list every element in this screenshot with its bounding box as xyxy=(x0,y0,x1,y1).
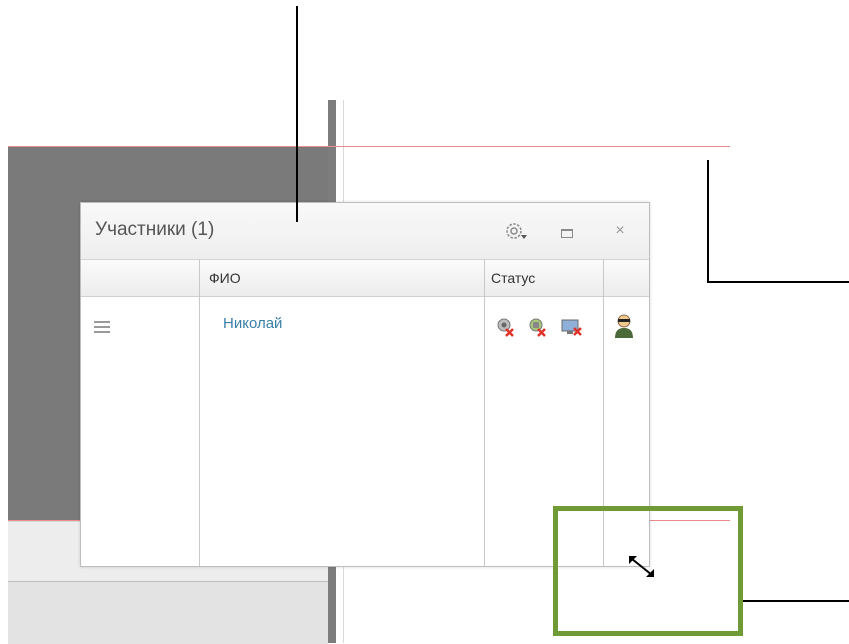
annotation-line-title xyxy=(296,6,298,222)
camera-disabled-icon[interactable] xyxy=(494,316,516,338)
resize-diagonal-icon xyxy=(629,556,654,577)
settings-button[interactable] xyxy=(503,220,531,244)
annotation-line-highlight xyxy=(738,600,849,602)
column-header-status[interactable]: Статус xyxy=(491,270,535,286)
table-header-row: ФИО Статус xyxy=(81,260,649,297)
annotation-line-right xyxy=(707,281,849,283)
maximize-icon xyxy=(561,229,573,238)
participant-name[interactable]: Николай xyxy=(223,315,282,332)
window-title: Участники (1) xyxy=(95,219,215,240)
background-footer-panel xyxy=(8,581,328,644)
guide-line-top xyxy=(8,146,730,147)
settings-gear-icon xyxy=(506,223,527,239)
column-divider xyxy=(484,260,485,566)
annotation-line-right xyxy=(707,160,709,283)
column-divider xyxy=(199,260,200,566)
user-agent-icon[interactable] xyxy=(612,313,636,339)
window-titlebar[interactable]: Участники (1) × xyxy=(81,203,649,260)
microphone-disabled-icon[interactable] xyxy=(526,316,548,338)
column-header-fio[interactable]: ФИО xyxy=(209,270,241,286)
maximize-button[interactable] xyxy=(556,222,578,242)
screen-share-disabled-icon[interactable] xyxy=(561,316,583,338)
close-button[interactable]: × xyxy=(609,220,631,242)
drag-handle-icon[interactable] xyxy=(94,321,110,333)
close-icon: × xyxy=(615,222,625,239)
